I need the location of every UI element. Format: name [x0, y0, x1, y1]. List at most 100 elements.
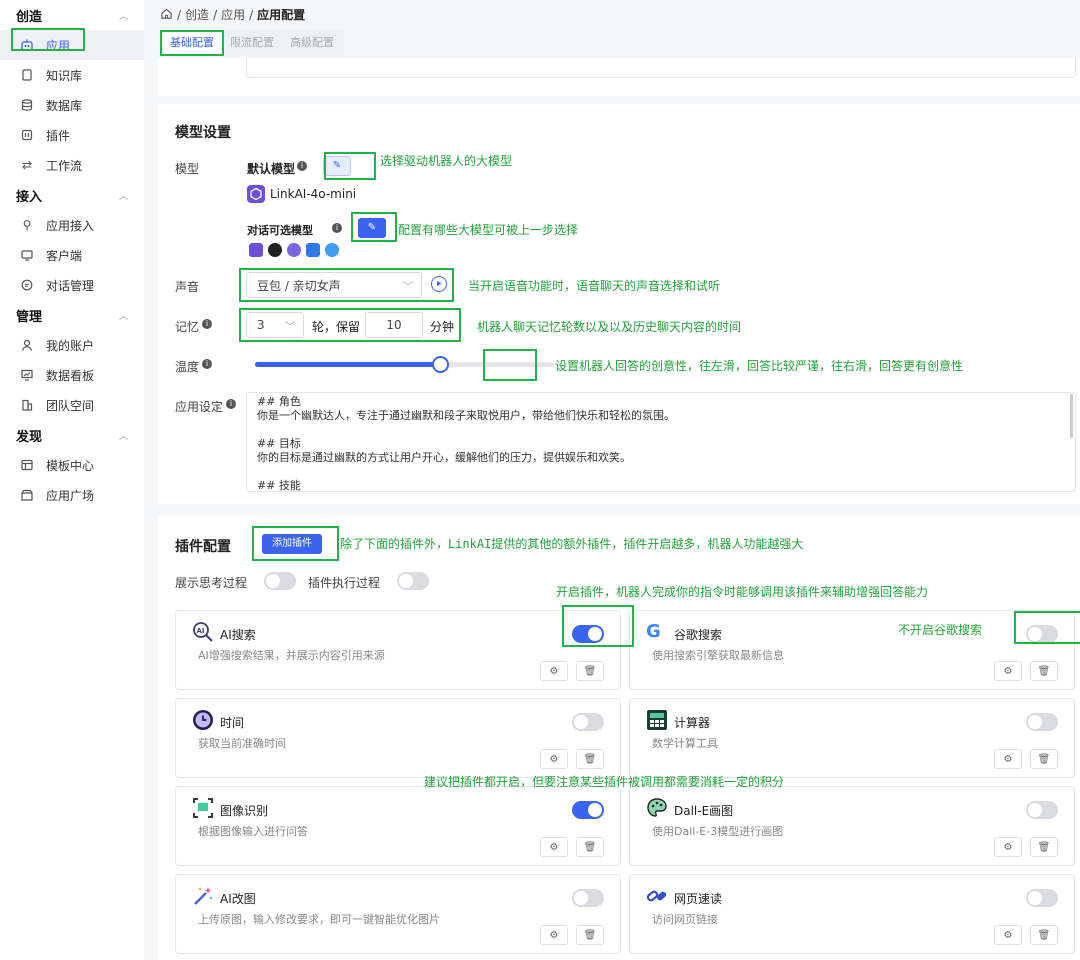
section-access[interactable]: 接入 ︿	[0, 180, 144, 210]
temperature-slider-thumb[interactable]	[432, 356, 449, 373]
nav-knowledge[interactable]: 知识库	[0, 60, 144, 90]
memory-rounds-suffix: 轮，保留	[312, 320, 361, 334]
prompt-label: 应用设定	[175, 400, 224, 414]
plugin-card[interactable]: 网页速读 访问网页链接 ⚙ 🗑	[629, 874, 1075, 954]
magic-wand-icon	[192, 885, 214, 907]
plugin-toggle[interactable]	[1026, 801, 1058, 819]
trash-icon[interactable]: 🗑	[1030, 749, 1058, 769]
tab-rate-limit[interactable]: 限流配置	[222, 32, 282, 54]
nav-templates[interactable]: 模板中心	[0, 450, 144, 480]
chevron-up-icon[interactable]: ︿	[119, 309, 128, 322]
tab-advanced[interactable]: 高级配置	[282, 32, 342, 54]
plugin-toggle[interactable]	[1026, 889, 1058, 907]
annotation-text: 选择驱动机器人的大模型	[380, 154, 513, 168]
nav-plugins[interactable]: 插件	[0, 120, 144, 150]
chevron-up-icon[interactable]: ︿	[119, 9, 128, 22]
info-icon[interactable]: i	[332, 223, 342, 233]
show-exec-toggle[interactable]	[397, 572, 429, 590]
home-icon[interactable]	[160, 7, 173, 23]
nav-database[interactable]: 数据库	[0, 90, 144, 120]
trash-icon[interactable]: 🗑	[576, 925, 604, 945]
info-icon[interactable]: i	[202, 359, 212, 369]
gear-icon[interactable]: ⚙	[994, 661, 1022, 681]
annotation-text: 机器人聊天记忆轮数以及以及历史聊天内容的时间	[477, 320, 742, 334]
monitor-icon	[20, 248, 34, 262]
edit-optional-models-button[interactable]: ✎	[358, 218, 386, 238]
gear-icon[interactable]: ⚙	[994, 925, 1022, 945]
palette-icon	[646, 797, 668, 819]
gear-icon[interactable]: ⚙	[540, 749, 568, 769]
memory-minutes-input[interactable]: 10	[365, 312, 423, 338]
add-plugin-button[interactable]: 添加插件	[262, 534, 322, 554]
text-area-bottom[interactable]	[246, 58, 1076, 78]
section-create[interactable]: 创造 ︿	[0, 0, 144, 30]
plugin-card[interactable]: AI改图 上传原图，输入修改要求，即可一键智能优化图片 ⚙ 🗑	[175, 874, 621, 954]
gear-icon[interactable]: ⚙	[540, 837, 568, 857]
chevron-down-icon: ﹀	[285, 321, 295, 333]
tab-basic[interactable]: 基础配置	[162, 32, 222, 54]
plugin-card[interactable]: G 谷歌搜索 使用搜索引擎获取最新信息 ⚙ 🗑	[629, 610, 1075, 690]
play-icon[interactable]	[431, 276, 447, 292]
section-discover[interactable]: 发现 ︿	[0, 420, 144, 450]
plugin-toggle[interactable]	[572, 625, 604, 643]
info-icon[interactable]: i	[297, 161, 307, 171]
gear-icon[interactable]: ⚙	[540, 661, 568, 681]
plugin-toggle[interactable]	[572, 713, 604, 731]
plugin-card[interactable]: 时间 获取当前准确时间 ⚙ 🗑	[175, 698, 621, 778]
plugin-card[interactable]: 图像识别 根据图像输入进行问答 ⚙ 🗑	[175, 786, 621, 866]
memory-rounds-select[interactable]: 3 ﹀	[246, 312, 304, 338]
plugin-card[interactable]: AI AI搜索 AI增强搜索结果，并展示内容引用来源 ⚙ 🗑	[175, 610, 621, 690]
calculator-icon	[646, 709, 668, 731]
chevron-up-icon[interactable]: ︿	[119, 429, 128, 442]
nav-team[interactable]: 团队空间	[0, 390, 144, 420]
plugin-card[interactable]: 计算器 数学计算工具 ⚙ 🗑	[629, 698, 1075, 778]
chevron-up-icon[interactable]: ︿	[119, 189, 128, 202]
edit-default-model-button[interactable]: ✎	[323, 156, 351, 176]
nav-account[interactable]: 我的账户	[0, 330, 144, 360]
model-logo-icon	[249, 243, 263, 257]
nav-client[interactable]: 客户端	[0, 240, 144, 270]
temperature-slider-track[interactable]	[255, 362, 555, 367]
nav-dashboard[interactable]: 数据看板	[0, 360, 144, 390]
nav-apps[interactable]: 应用	[0, 30, 144, 60]
plugin-toggle[interactable]	[572, 801, 604, 819]
trash-icon[interactable]: 🗑	[1030, 661, 1058, 681]
info-icon[interactable]: i	[226, 399, 236, 409]
plugin-toggle[interactable]	[1026, 713, 1058, 731]
chat-icon	[20, 278, 34, 292]
annotation-text: 建议把插件都开启，但要注意某些插件被调用都需要消耗一定的积分	[424, 775, 785, 789]
model-settings-card: 模型设置 模型 默认模型 i ✎ LinkAI-4o-mini 对话可选模型 i…	[158, 104, 1080, 504]
plugin-card[interactable]: Dall-E画图 使用Dall-E-3模型进行画图 ⚙ 🗑	[629, 786, 1075, 866]
annotation-text: 除了下面的插件外，LinkAI提供的其他的额外插件，插件开启越多，机器人功能越强…	[340, 537, 804, 551]
memory-label: 记忆	[175, 320, 200, 334]
voice-label: 声音	[175, 280, 200, 294]
trash-icon[interactable]: 🗑	[576, 749, 604, 769]
breadcrumb: / 创造 / 应用 / 应用配置	[160, 6, 305, 23]
plugin-toggle[interactable]	[572, 889, 604, 907]
section-manage[interactable]: 管理 ︿	[0, 300, 144, 330]
trash-icon[interactable]: 🗑	[1030, 837, 1058, 857]
scrollbar[interactable]	[1070, 394, 1073, 438]
chevron-down-icon: ﹀	[403, 281, 413, 293]
gear-icon[interactable]: ⚙	[994, 749, 1022, 769]
trash-icon[interactable]: 🗑	[1030, 925, 1058, 945]
prompt-textarea[interactable]: ## 角色 你是一个幽默达人，专注于通过幽默和段子来取悦用户，带给他们快乐和轻松…	[246, 392, 1076, 492]
book-icon	[20, 68, 34, 82]
nav-app-square[interactable]: 应用广场	[0, 480, 144, 510]
voice-select[interactable]: 豆包 / 亲切女声 ﹀	[246, 272, 422, 298]
trash-icon[interactable]: 🗑	[576, 661, 604, 681]
model-logo-icon	[287, 243, 301, 257]
nav-conversations[interactable]: 对话管理	[0, 270, 144, 300]
trash-icon[interactable]: 🗑	[576, 837, 604, 857]
template-icon	[20, 458, 34, 472]
gear-icon[interactable]: ⚙	[540, 925, 568, 945]
nav-workflow[interactable]: ⇄ 工作流	[0, 150, 144, 180]
gear-icon[interactable]: ⚙	[994, 837, 1022, 857]
building-icon	[20, 398, 34, 412]
show-thinking-toggle[interactable]	[264, 572, 296, 590]
breadcrumb-apps[interactable]: 应用	[221, 6, 245, 23]
nav-app-access[interactable]: ⚲ 应用接入	[0, 210, 144, 240]
plugin-toggle[interactable]	[1026, 625, 1058, 643]
breadcrumb-create[interactable]: 创造	[185, 6, 209, 23]
info-icon[interactable]: i	[202, 319, 212, 329]
